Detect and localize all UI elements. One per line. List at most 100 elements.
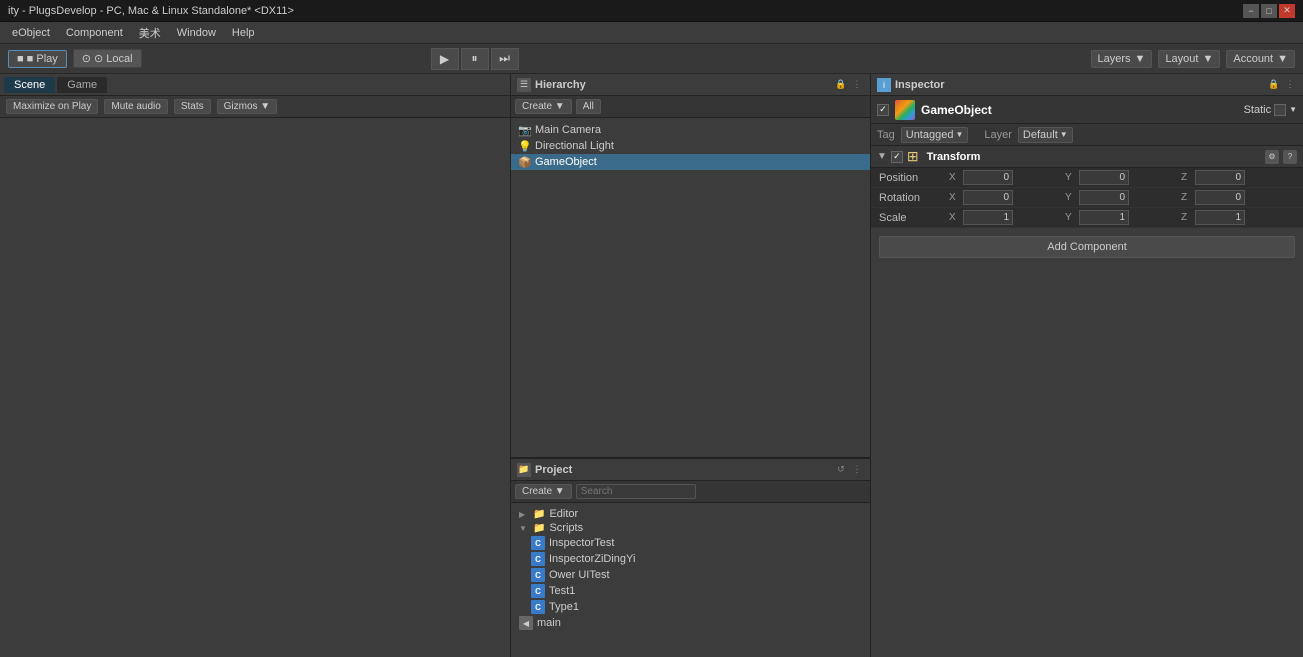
rotation-y-input[interactable]: [1079, 190, 1129, 205]
inspector-panel-icon: i: [877, 78, 891, 92]
transform-scale-fields: X Y Z: [949, 210, 1295, 225]
project-tree-inspectortest[interactable]: C InspectorTest: [511, 535, 870, 551]
position-z-field: Z: [1181, 170, 1295, 185]
scene-mode-button[interactable]: ■ ■ Play: [8, 50, 67, 68]
main-scene-label: main: [537, 617, 561, 629]
maximize-button[interactable]: □: [1261, 4, 1277, 18]
gizmos-button[interactable]: Gizmos ▼: [217, 99, 278, 114]
transform-component-icons: ⚙ ?: [1265, 150, 1297, 164]
inspector-object-bar: GameObject Static ▼: [871, 96, 1303, 124]
inspector-panel-title: Inspector: [895, 79, 945, 91]
scripts-expand-icon: ▼: [519, 524, 529, 533]
maximize-on-play-button[interactable]: Maximize on Play: [6, 99, 98, 114]
workspace: Scene Game Maximize on Play Mute audio S…: [0, 74, 1303, 657]
hierarchy-item-gameobject[interactable]: 📦 GameObject: [511, 154, 870, 170]
layer-value-dropdown[interactable]: Default ▼: [1018, 127, 1073, 143]
add-component-button[interactable]: Add Component: [879, 236, 1295, 258]
layers-dropdown[interactable]: Layers ▼: [1091, 50, 1153, 68]
editor-folder-label: Editor: [549, 508, 578, 520]
hierarchy-menu-button[interactable]: ⋮: [850, 78, 864, 92]
project-tree-oweruitest[interactable]: C Ower UITest: [511, 567, 870, 583]
static-checkbox[interactable]: [1274, 104, 1286, 116]
hierarchy-toolbar: Create ▼ All: [511, 96, 870, 118]
position-x-input[interactable]: [963, 170, 1013, 185]
scale-x-axis: X: [949, 212, 961, 223]
project-tree-type1[interactable]: C Type1: [511, 599, 870, 615]
transform-active-checkbox[interactable]: [891, 151, 903, 163]
layers-label: Layers: [1098, 53, 1131, 65]
mute-audio-button[interactable]: Mute audio: [104, 99, 167, 114]
oweruitest-script-icon: C: [531, 568, 545, 582]
play-button[interactable]: ▶: [431, 48, 459, 70]
scale-y-input[interactable]: [1079, 210, 1129, 225]
project-tree-test1[interactable]: C Test1: [511, 583, 870, 599]
transform-component-header[interactable]: ▼ ⊞ Transform ⚙ ?: [871, 146, 1303, 168]
hierarchy-all-button[interactable]: All: [576, 99, 601, 114]
layout-dropdown[interactable]: Layout ▼: [1158, 50, 1220, 68]
scene-tabs: Scene Game: [0, 74, 510, 96]
menu-item-window[interactable]: Window: [169, 25, 224, 41]
object-name-label: GameObject: [921, 103, 992, 117]
position-y-field: Y: [1065, 170, 1179, 185]
stats-button[interactable]: Stats: [174, 99, 211, 114]
layer-chevron-icon: ▼: [1060, 130, 1068, 139]
scale-z-input[interactable]: [1195, 210, 1245, 225]
menu-item-help[interactable]: Help: [224, 25, 263, 41]
tab-game[interactable]: Game: [57, 77, 107, 93]
local-mode-label: ⊙ Local: [94, 52, 133, 65]
main-camera-label: Main Camera: [535, 124, 601, 136]
project-tree-inspectorzidingyi[interactable]: C InspectorZiDingYi: [511, 551, 870, 567]
project-menu-button[interactable]: ⋮: [850, 463, 864, 477]
inspector-menu-button[interactable]: ⋮: [1283, 78, 1297, 92]
minimize-button[interactable]: −: [1243, 4, 1259, 18]
project-tree-main[interactable]: ◀ main: [511, 615, 870, 631]
local-mode-button[interactable]: ⊙ ⊙ Local: [73, 49, 142, 68]
account-dropdown[interactable]: Account ▼: [1226, 50, 1295, 68]
step-button[interactable]: ⏭: [491, 48, 519, 70]
position-z-input[interactable]: [1195, 170, 1245, 185]
transform-settings-icon[interactable]: ⚙: [1265, 150, 1279, 164]
menu-item-component[interactable]: Component: [58, 25, 131, 41]
hierarchy-lock-button[interactable]: 🔒: [834, 78, 848, 92]
inspector-header: i Inspector 🔒 ⋮: [871, 74, 1303, 96]
account-chevron-icon: ▼: [1277, 53, 1288, 65]
tag-value-dropdown[interactable]: Untagged ▼: [901, 127, 969, 143]
hierarchy-item-main-camera[interactable]: 📷 Main Camera: [511, 122, 870, 138]
project-panel-title: Project: [535, 464, 572, 476]
rotation-y-axis: Y: [1065, 192, 1077, 203]
static-dropdown-icon: ▼: [1289, 105, 1297, 114]
transform-component-name: Transform: [927, 151, 981, 163]
rotation-x-axis: X: [949, 192, 961, 203]
project-search-input[interactable]: [576, 484, 696, 499]
hierarchy-create-button[interactable]: Create ▼: [515, 99, 572, 114]
project-sync-button[interactable]: ↺: [834, 463, 848, 477]
close-button[interactable]: ✕: [1279, 4, 1295, 18]
project-tree-editor[interactable]: ▶ 📁 Editor: [511, 507, 870, 521]
hierarchy-all-label: All: [583, 101, 594, 112]
hierarchy-item-directional-light[interactable]: 💡 Directional Light: [511, 138, 870, 154]
menu-item-gameobject[interactable]: eObject: [4, 25, 58, 41]
toolbar: ■ ■ Play ⊙ ⊙ Local ▶ ⏸ ⏭ Layers ▼ Layout…: [0, 44, 1303, 74]
object-active-checkbox[interactable]: [877, 104, 889, 116]
menu-item-meishu[interactable]: 美术: [131, 23, 169, 43]
rotation-y-field: Y: [1065, 190, 1179, 205]
hierarchy-list: 📷 Main Camera 💡 Directional Light 📦 Game…: [511, 118, 870, 457]
transform-scale-row: Scale X Y Z: [871, 208, 1303, 228]
project-create-button[interactable]: Create ▼: [515, 484, 572, 499]
scale-x-input[interactable]: [963, 210, 1013, 225]
center-panel: ☰ Hierarchy 🔒 ⋮ Create ▼ All 📷 Main Cam: [510, 74, 870, 657]
position-y-input[interactable]: [1079, 170, 1129, 185]
transform-help-icon[interactable]: ?: [1283, 150, 1297, 164]
rotation-z-input[interactable]: [1195, 190, 1245, 205]
pause-button[interactable]: ⏸: [461, 48, 489, 70]
position-z-axis: Z: [1181, 172, 1193, 183]
project-tree-scripts[interactable]: ▼ 📁 Scripts: [511, 521, 870, 535]
inspector-tag-bar: Tag Untagged ▼ Layer Default ▼: [871, 124, 1303, 146]
main-scene-icon: ◀: [519, 616, 533, 630]
static-toggle: Static ▼: [1244, 104, 1297, 116]
hierarchy-panel-controls: 🔒 ⋮: [834, 78, 864, 92]
rotation-x-input[interactable]: [963, 190, 1013, 205]
tab-scene[interactable]: Scene: [4, 77, 55, 93]
inspector-lock-button[interactable]: 🔒: [1267, 78, 1281, 92]
project-panel-controls: ↺ ⋮: [834, 463, 864, 477]
